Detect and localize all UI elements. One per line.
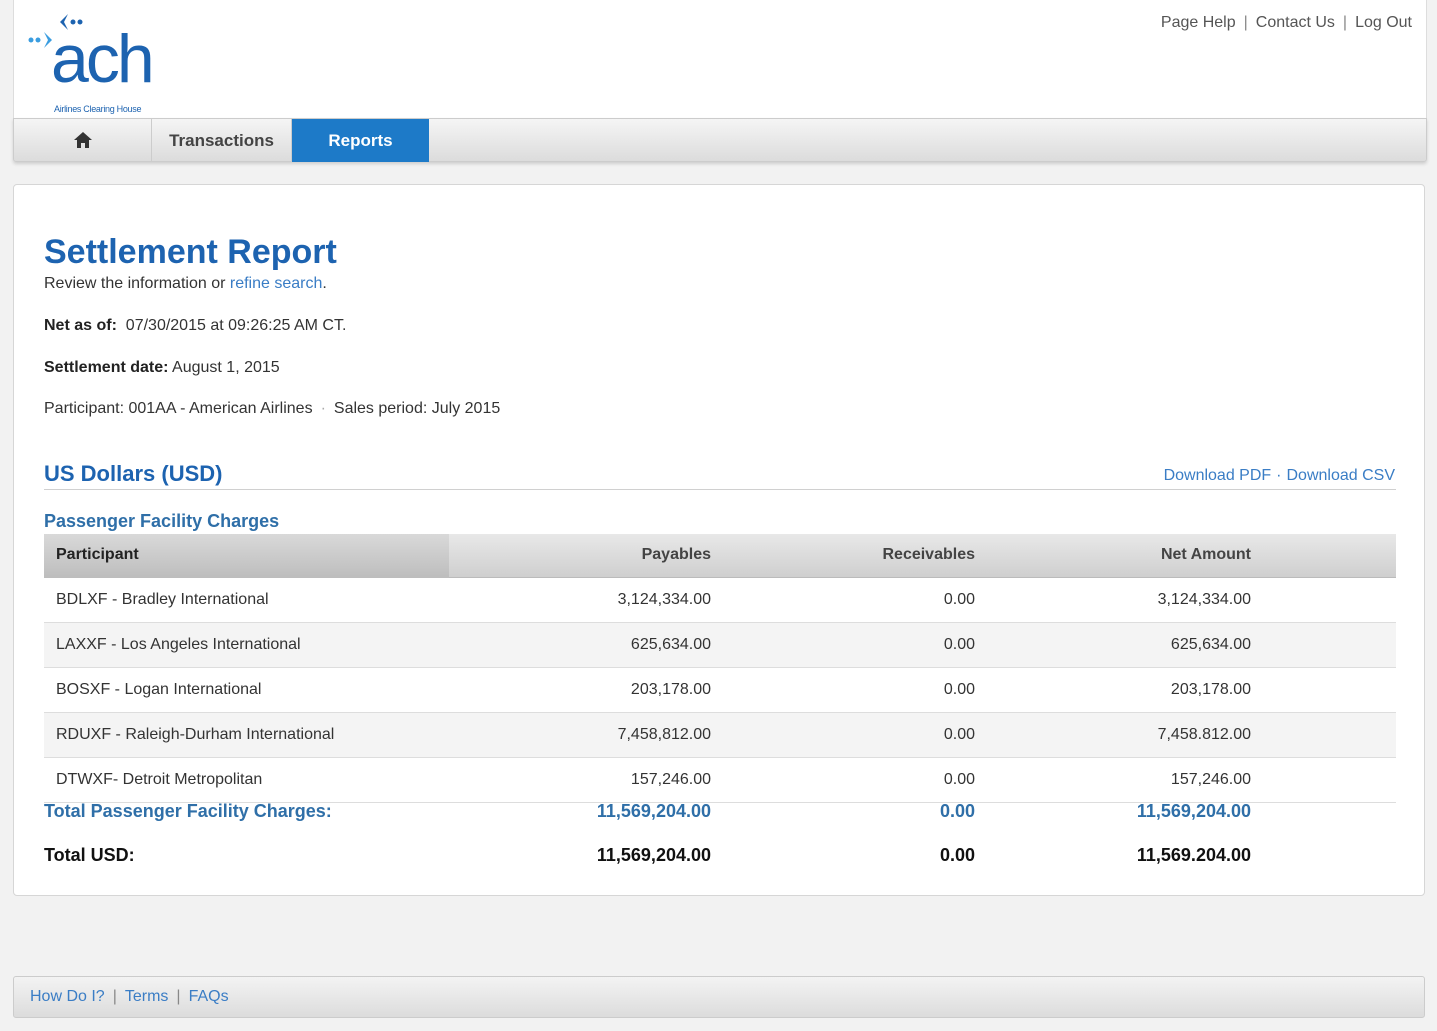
header-payables[interactable]: Payables	[642, 546, 711, 564]
nav-home[interactable]	[14, 119, 152, 162]
contact-us-link[interactable]: Contact Us	[1256, 14, 1335, 31]
ach-logo[interactable]: ach Airlines Clearing House	[26, 10, 176, 114]
section-divider	[44, 489, 1396, 490]
how-do-i-link[interactable]: How Do I?	[30, 988, 105, 1005]
net-as-of: Net as of: 07/30/2015 at 09:26:25 AM CT.	[44, 317, 347, 334]
table-row: BOSXF - Logan International 203,178.00 0…	[44, 668, 1396, 713]
header-net-amount[interactable]: Net Amount	[1161, 546, 1251, 564]
subtitle: Review the information or refine search.	[44, 275, 327, 292]
report-card: Settlement Report Review the information…	[13, 184, 1425, 896]
table-row: RDUXF - Raleigh-Durham International 7,4…	[44, 713, 1396, 758]
logo-text: ach	[51, 21, 155, 97]
header: ach Airlines Clearing House Page Help | Co…	[13, 0, 1427, 118]
pfc-section-title: Passenger Facility Charges	[44, 511, 280, 531]
log-out-link[interactable]: Log Out	[1355, 14, 1412, 31]
nav-reports[interactable]: Reports	[292, 119, 429, 162]
table-row: DTWXF- Detroit Metropolitan 157,246.00 0…	[44, 758, 1396, 803]
top-links: Page Help | Contact Us | Log Out	[1160, 14, 1412, 31]
table-row: BDLXF - Bradley International 3,124,334.…	[44, 578, 1396, 623]
header-participant[interactable]: Participant	[44, 534, 449, 578]
page-help-link[interactable]: Page Help	[1161, 14, 1236, 31]
download-pdf-link[interactable]: Download PDF	[1164, 467, 1272, 484]
faqs-link[interactable]: FAQs	[189, 988, 229, 1005]
settlement-table: Participant Payables Receivables Net Amo…	[44, 534, 1396, 803]
refine-search-link[interactable]: refine search	[230, 275, 323, 292]
download-links: Download PDF · Download CSV	[1163, 467, 1396, 484]
logo-subtitle: Airlines Clearing House	[54, 104, 142, 114]
currency-section-title: US Dollars (USD)	[44, 461, 223, 486]
download-csv-link[interactable]: Download CSV	[1287, 467, 1396, 484]
home-icon	[73, 131, 92, 148]
main-nav: Transactions Reports	[13, 118, 1427, 162]
participant-info: Participant: 001AA - American Airlines · S…	[44, 400, 501, 417]
footer: How Do I? | Terms | FAQs	[13, 976, 1425, 1018]
table-row: LAXXF - Los Angeles International 625,63…	[44, 623, 1396, 668]
table-header: Participant Payables Receivables Net Amo…	[44, 534, 1396, 578]
nav-transactions[interactable]: Transactions	[152, 119, 292, 162]
settlement-date: Settlement date: August 1, 2015	[44, 359, 280, 376]
header-receivables[interactable]: Receivables	[882, 546, 975, 564]
terms-link[interactable]: Terms	[125, 988, 169, 1005]
page-title: Settlement Report	[44, 233, 337, 271]
